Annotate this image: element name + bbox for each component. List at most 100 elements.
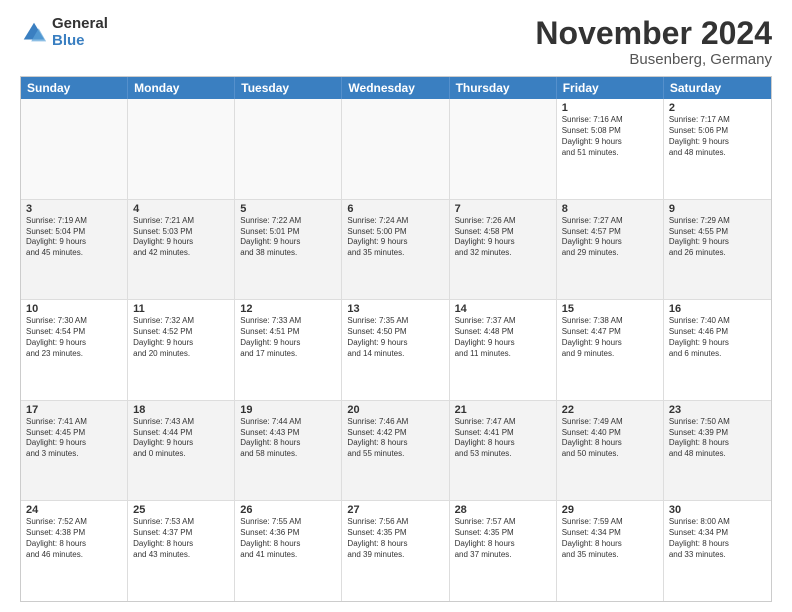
calendar-row-2: 10Sunrise: 7:30 AM Sunset: 4:54 PM Dayli…: [21, 300, 771, 401]
day-info: Sunrise: 7:33 AM Sunset: 4:51 PM Dayligh…: [240, 316, 336, 359]
day-info: Sunrise: 7:57 AM Sunset: 4:35 PM Dayligh…: [455, 517, 551, 560]
day-info: Sunrise: 7:53 AM Sunset: 4:37 PM Dayligh…: [133, 517, 229, 560]
day-number: 23: [669, 404, 766, 416]
header-day-tuesday: Tuesday: [235, 77, 342, 99]
header-day-sunday: Sunday: [21, 77, 128, 99]
day-info: Sunrise: 7:55 AM Sunset: 4:36 PM Dayligh…: [240, 517, 336, 560]
day-number: 29: [562, 504, 658, 516]
day-cell-30: 30Sunrise: 8:00 AM Sunset: 4:34 PM Dayli…: [664, 501, 771, 601]
day-info: Sunrise: 7:59 AM Sunset: 4:34 PM Dayligh…: [562, 517, 658, 560]
day-info: Sunrise: 7:35 AM Sunset: 4:50 PM Dayligh…: [347, 316, 443, 359]
day-number: 5: [240, 203, 336, 215]
day-info: Sunrise: 7:29 AM Sunset: 4:55 PM Dayligh…: [669, 216, 766, 259]
day-cell-27: 27Sunrise: 7:56 AM Sunset: 4:35 PM Dayli…: [342, 501, 449, 601]
day-number: 12: [240, 303, 336, 315]
page-title: November 2024: [535, 16, 772, 51]
day-cell-8: 8Sunrise: 7:27 AM Sunset: 4:57 PM Daylig…: [557, 200, 664, 300]
day-info: Sunrise: 7:37 AM Sunset: 4:48 PM Dayligh…: [455, 316, 551, 359]
page-subtitle: Busenberg, Germany: [535, 51, 772, 68]
day-info: Sunrise: 7:16 AM Sunset: 5:08 PM Dayligh…: [562, 115, 658, 158]
calendar-body: 1Sunrise: 7:16 AM Sunset: 5:08 PM Daylig…: [21, 99, 771, 601]
day-info: Sunrise: 7:50 AM Sunset: 4:39 PM Dayligh…: [669, 417, 766, 460]
day-info: Sunrise: 7:46 AM Sunset: 4:42 PM Dayligh…: [347, 417, 443, 460]
day-info: Sunrise: 7:27 AM Sunset: 4:57 PM Dayligh…: [562, 216, 658, 259]
day-number: 8: [562, 203, 658, 215]
day-cell-29: 29Sunrise: 7:59 AM Sunset: 4:34 PM Dayli…: [557, 501, 664, 601]
day-info: Sunrise: 7:43 AM Sunset: 4:44 PM Dayligh…: [133, 417, 229, 460]
day-cell-19: 19Sunrise: 7:44 AM Sunset: 4:43 PM Dayli…: [235, 401, 342, 501]
day-number: 1: [562, 102, 658, 114]
header-day-wednesday: Wednesday: [342, 77, 449, 99]
day-number: 3: [26, 203, 122, 215]
day-number: 30: [669, 504, 766, 516]
day-number: 26: [240, 504, 336, 516]
day-cell-18: 18Sunrise: 7:43 AM Sunset: 4:44 PM Dayli…: [128, 401, 235, 501]
day-info: Sunrise: 7:47 AM Sunset: 4:41 PM Dayligh…: [455, 417, 551, 460]
empty-cell-r0c2: [235, 99, 342, 199]
day-number: 14: [455, 303, 551, 315]
day-info: Sunrise: 7:24 AM Sunset: 5:00 PM Dayligh…: [347, 216, 443, 259]
empty-cell-r0c4: [450, 99, 557, 199]
day-number: 10: [26, 303, 122, 315]
day-number: 4: [133, 203, 229, 215]
day-number: 16: [669, 303, 766, 315]
day-number: 22: [562, 404, 658, 416]
logo-text: General Blue: [52, 16, 108, 49]
day-cell-2: 2Sunrise: 7:17 AM Sunset: 5:06 PM Daylig…: [664, 99, 771, 199]
logo-general: General: [52, 16, 108, 33]
day-number: 17: [26, 404, 122, 416]
logo-icon: [20, 19, 48, 47]
day-cell-20: 20Sunrise: 7:46 AM Sunset: 4:42 PM Dayli…: [342, 401, 449, 501]
header-day-monday: Monday: [128, 77, 235, 99]
day-info: Sunrise: 7:19 AM Sunset: 5:04 PM Dayligh…: [26, 216, 122, 259]
day-cell-1: 1Sunrise: 7:16 AM Sunset: 5:08 PM Daylig…: [557, 99, 664, 199]
calendar-row-4: 24Sunrise: 7:52 AM Sunset: 4:38 PM Dayli…: [21, 501, 771, 601]
header: General Blue November 2024 Busenberg, Ge…: [20, 16, 772, 68]
day-cell-23: 23Sunrise: 7:50 AM Sunset: 4:39 PM Dayli…: [664, 401, 771, 501]
day-number: 18: [133, 404, 229, 416]
empty-cell-r0c1: [128, 99, 235, 199]
day-info: Sunrise: 7:52 AM Sunset: 4:38 PM Dayligh…: [26, 517, 122, 560]
day-number: 19: [240, 404, 336, 416]
calendar-row-1: 3Sunrise: 7:19 AM Sunset: 5:04 PM Daylig…: [21, 200, 771, 301]
day-number: 13: [347, 303, 443, 315]
day-cell-21: 21Sunrise: 7:47 AM Sunset: 4:41 PM Dayli…: [450, 401, 557, 501]
day-cell-6: 6Sunrise: 7:24 AM Sunset: 5:00 PM Daylig…: [342, 200, 449, 300]
day-cell-26: 26Sunrise: 7:55 AM Sunset: 4:36 PM Dayli…: [235, 501, 342, 601]
title-block: November 2024 Busenberg, Germany: [535, 16, 772, 68]
day-cell-28: 28Sunrise: 7:57 AM Sunset: 4:35 PM Dayli…: [450, 501, 557, 601]
day-cell-22: 22Sunrise: 7:49 AM Sunset: 4:40 PM Dayli…: [557, 401, 664, 501]
page: General Blue November 2024 Busenberg, Ge…: [0, 0, 792, 612]
day-cell-9: 9Sunrise: 7:29 AM Sunset: 4:55 PM Daylig…: [664, 200, 771, 300]
day-number: 6: [347, 203, 443, 215]
day-cell-4: 4Sunrise: 7:21 AM Sunset: 5:03 PM Daylig…: [128, 200, 235, 300]
day-number: 15: [562, 303, 658, 315]
day-info: Sunrise: 7:38 AM Sunset: 4:47 PM Dayligh…: [562, 316, 658, 359]
day-info: Sunrise: 7:56 AM Sunset: 4:35 PM Dayligh…: [347, 517, 443, 560]
day-info: Sunrise: 7:22 AM Sunset: 5:01 PM Dayligh…: [240, 216, 336, 259]
day-info: Sunrise: 7:21 AM Sunset: 5:03 PM Dayligh…: [133, 216, 229, 259]
day-cell-14: 14Sunrise: 7:37 AM Sunset: 4:48 PM Dayli…: [450, 300, 557, 400]
day-info: Sunrise: 7:41 AM Sunset: 4:45 PM Dayligh…: [26, 417, 122, 460]
day-cell-16: 16Sunrise: 7:40 AM Sunset: 4:46 PM Dayli…: [664, 300, 771, 400]
day-info: Sunrise: 7:30 AM Sunset: 4:54 PM Dayligh…: [26, 316, 122, 359]
day-info: Sunrise: 8:00 AM Sunset: 4:34 PM Dayligh…: [669, 517, 766, 560]
day-number: 27: [347, 504, 443, 516]
day-info: Sunrise: 7:26 AM Sunset: 4:58 PM Dayligh…: [455, 216, 551, 259]
day-cell-10: 10Sunrise: 7:30 AM Sunset: 4:54 PM Dayli…: [21, 300, 128, 400]
day-cell-11: 11Sunrise: 7:32 AM Sunset: 4:52 PM Dayli…: [128, 300, 235, 400]
header-day-friday: Friday: [557, 77, 664, 99]
day-number: 2: [669, 102, 766, 114]
day-info: Sunrise: 7:17 AM Sunset: 5:06 PM Dayligh…: [669, 115, 766, 158]
day-number: 24: [26, 504, 122, 516]
day-cell-15: 15Sunrise: 7:38 AM Sunset: 4:47 PM Dayli…: [557, 300, 664, 400]
calendar-header: SundayMondayTuesdayWednesdayThursdayFrid…: [21, 77, 771, 99]
day-info: Sunrise: 7:49 AM Sunset: 4:40 PM Dayligh…: [562, 417, 658, 460]
day-cell-24: 24Sunrise: 7:52 AM Sunset: 4:38 PM Dayli…: [21, 501, 128, 601]
day-info: Sunrise: 7:44 AM Sunset: 4:43 PM Dayligh…: [240, 417, 336, 460]
header-day-saturday: Saturday: [664, 77, 771, 99]
calendar-row-3: 17Sunrise: 7:41 AM Sunset: 4:45 PM Dayli…: [21, 401, 771, 502]
calendar-row-0: 1Sunrise: 7:16 AM Sunset: 5:08 PM Daylig…: [21, 99, 771, 200]
day-info: Sunrise: 7:40 AM Sunset: 4:46 PM Dayligh…: [669, 316, 766, 359]
logo-blue: Blue: [52, 33, 108, 50]
